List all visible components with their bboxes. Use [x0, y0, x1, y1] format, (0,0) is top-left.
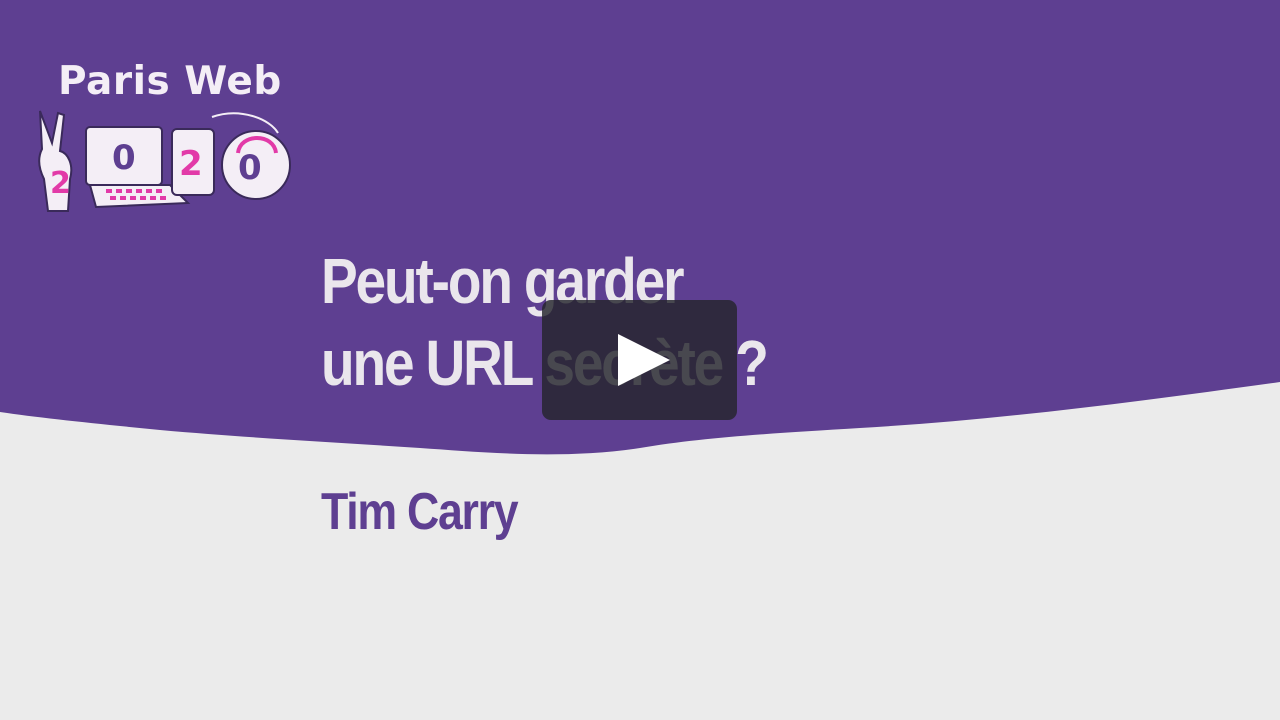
- play-icon: [618, 334, 670, 386]
- headphones-icon: 0: [211, 112, 291, 200]
- play-button[interactable]: [542, 300, 737, 420]
- logo-digit-3: 2: [179, 144, 203, 184]
- paris-web-logo: Paris Web 2 0 2 0: [30, 55, 300, 220]
- speaker-name: Tim Carry: [321, 483, 519, 541]
- logo-digit-1: 2: [50, 166, 71, 201]
- logo-digit-2: 0: [112, 138, 136, 178]
- logo-title: Paris Web: [58, 59, 282, 104]
- victory-hand-icon: 2: [38, 110, 73, 212]
- logo-digit-4: 0: [238, 148, 262, 188]
- logo-illustration: 2 0 2 0: [38, 110, 291, 212]
- tablet-icon: 2: [171, 128, 215, 196]
- video-frame[interactable]: Paris Web 2 0 2 0 Peut-on garder une URL…: [0, 0, 1280, 720]
